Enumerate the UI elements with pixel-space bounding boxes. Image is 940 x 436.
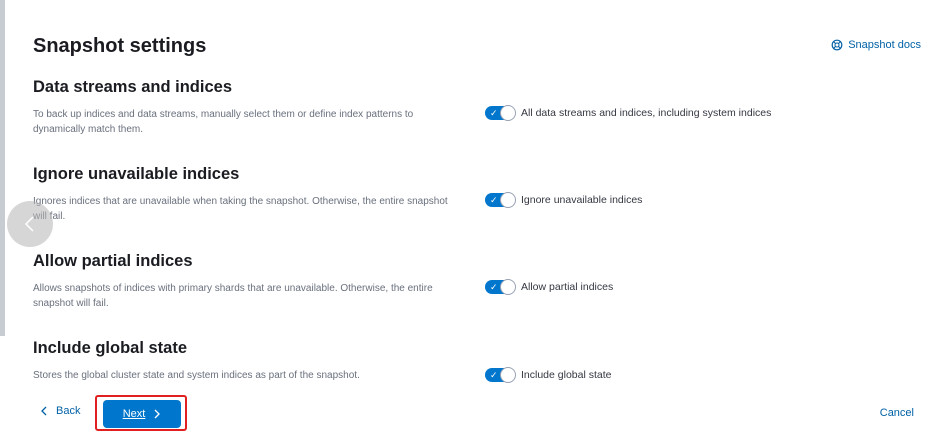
toggle-ignore-unavailable[interactable]: ✓ Ignore unavailable indices — [485, 192, 643, 208]
section-description: To back up indices and data streams, man… — [33, 109, 414, 135]
toggle-switch[interactable]: ✓ — [485, 105, 516, 121]
check-icon: ✓ — [490, 370, 498, 380]
back-button[interactable]: Back — [40, 405, 80, 417]
carousel-prev-button[interactable] — [7, 201, 53, 247]
toggle-allow-partial[interactable]: ✓ Allow partial indices — [485, 279, 614, 295]
toggle-all-data-streams[interactable]: ✓ All data streams and indices, includin… — [485, 105, 772, 121]
toggle-label: All data streams and indices, including … — [521, 107, 772, 119]
page-title: Snapshot settings — [33, 35, 207, 57]
toggle-label: Allow partial indices — [521, 281, 614, 293]
toggle-switch[interactable]: ✓ — [485, 367, 516, 383]
section-title: Allow partial indices — [33, 252, 193, 270]
section-data-streams: Data streams and indices To back up indi… — [33, 78, 933, 135]
section-allow-partial: Allow partial indices Allows snapshots o… — [33, 252, 933, 309]
left-scroll-rule — [0, 0, 5, 336]
toggle-label: Include global state — [521, 369, 612, 381]
toggle-switch[interactable]: ✓ — [485, 192, 516, 208]
next-label: Next — [122, 408, 146, 420]
section-include-global-state: Include global state Stores the global c… — [33, 339, 933, 383]
section-title: Data streams and indices — [33, 78, 232, 96]
cancel-button[interactable]: Cancel — [880, 407, 914, 419]
check-icon: ✓ — [490, 195, 498, 205]
check-icon: ✓ — [490, 108, 498, 118]
toggle-knob — [500, 105, 516, 121]
snapshot-docs-label: Snapshot docs — [848, 39, 921, 51]
snapshot-settings-page: Snapshot settings Snapshot docs Data str… — [0, 0, 940, 436]
chevron-left-icon — [41, 406, 47, 416]
carousel-prev-icon — [24, 216, 34, 232]
toggle-knob — [500, 192, 516, 208]
section-title: Ignore unavailable indices — [33, 165, 240, 183]
toggle-label: Ignore unavailable indices — [521, 194, 643, 206]
snapshot-docs-link[interactable]: Snapshot docs — [831, 39, 921, 51]
toggle-switch[interactable]: ✓ — [485, 279, 516, 295]
back-label: Back — [56, 405, 81, 417]
chevron-right-icon — [154, 409, 161, 419]
toggle-include-global-state[interactable]: ✓ Include global state — [485, 367, 612, 383]
toggle-knob — [500, 279, 516, 295]
section-description: Ignores indices that are unavailable whe… — [33, 196, 448, 222]
next-button[interactable]: Next — [103, 400, 181, 428]
help-circle-icon — [831, 39, 843, 51]
toggle-knob — [500, 367, 516, 383]
check-icon: ✓ — [490, 282, 498, 292]
section-description: Stores the global cluster state and syst… — [33, 370, 360, 381]
section-ignore-unavailable: Ignore unavailable indices Ignores indic… — [33, 165, 933, 222]
section-title: Include global state — [33, 339, 188, 357]
section-description: Allows snapshots of indices with primary… — [33, 283, 433, 309]
